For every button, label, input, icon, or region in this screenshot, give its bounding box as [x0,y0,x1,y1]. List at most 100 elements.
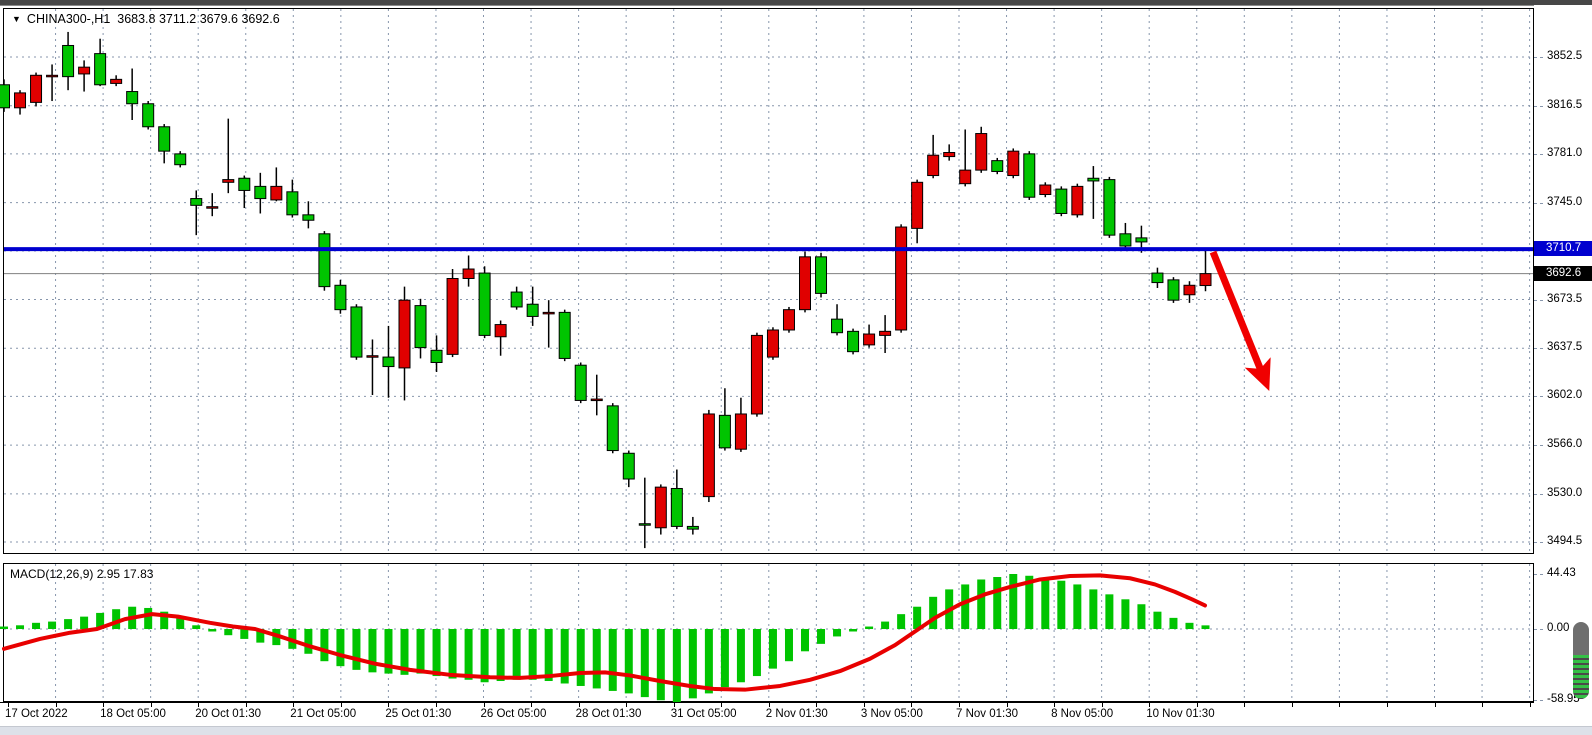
candle-body [367,356,378,358]
time-axis-label: 21 Oct 05:00 [290,708,356,720]
symbol-title: ▼CHINA300-,H1 3683.8 3711.2 3679.6 3692.… [12,12,280,26]
time-tick [1482,703,1483,707]
candle-body [1008,151,1019,175]
price-tick-dash [1534,445,1543,446]
time-axis: 17 Oct 202218 Oct 05:0020 Oct 01:3021 Oc… [0,702,1534,727]
candle-body [783,310,794,330]
candle-body [751,335,762,414]
candle-body [351,307,362,357]
candle-body [1184,285,1195,294]
macd-histogram-bar [465,629,473,680]
price-axis-label: 3494.5 [1547,535,1582,547]
macd-histogram-bar [657,629,665,700]
time-tick [56,703,57,707]
symbol-dropdown-icon[interactable]: ▼ [12,14,21,24]
time-tick [531,703,532,707]
candle-body [912,182,923,228]
macd-histogram-bar [1153,612,1161,629]
price-tick-dash [1534,348,1543,349]
candle-body [175,154,186,165]
candle-body [287,192,298,215]
macd-histogram-bar [112,609,120,629]
current-price-badge: 3692.6 [1534,266,1592,281]
candle-body [447,279,458,355]
price-axis: 3852.53816.53781.03745.03673.53637.53602… [1534,5,1592,727]
candle-body [1152,273,1163,282]
macd-histogram-bar [929,597,937,629]
candle-body [800,257,811,310]
candle-body [191,199,202,206]
macd-histogram-bar [48,622,56,629]
down-trend-arrow[interactable] [1213,252,1264,378]
macd-tick-dash [1534,700,1543,701]
price-axis-label: 3637.5 [1547,341,1582,353]
candle-body [399,300,410,368]
candle-body [848,331,859,351]
time-axis-label: 17 Oct 2022 [5,708,68,720]
macd-chart [4,564,1533,701]
candle-body [1136,238,1147,242]
candle-body [63,45,74,76]
candle-body [687,526,698,529]
macd-histogram-bar [529,629,537,680]
macd-histogram-bar [417,629,425,674]
time-tick [626,703,627,707]
macd-histogram-bar [977,579,985,629]
candlestick-chart[interactable] [4,9,1533,553]
price-axis-label: 3566.0 [1547,438,1582,450]
time-tick [1387,703,1388,707]
time-tick [1292,703,1293,707]
candle-body [511,292,522,307]
price-tick-dash [1534,300,1543,301]
macd-histogram-bar [1185,623,1193,629]
candle-body [335,285,346,309]
macd-histogram-bar [833,629,841,636]
time-tick [8,703,9,707]
candle-body [415,306,426,348]
symbol-name: CHINA300-,H1 [27,12,110,26]
candle-body [143,104,154,127]
macd-histogram-bar [625,629,633,693]
price-axis-label: 3530.0 [1547,487,1582,499]
macd-histogram-bar [1169,618,1177,629]
macd-histogram-bar [352,629,360,670]
macd-histogram-bar [1073,584,1081,629]
macd-histogram-bar [769,629,777,669]
time-axis-label: 18 Oct 05:00 [100,708,166,720]
macd-histogram-bar [753,629,761,676]
time-tick [769,703,770,707]
macd-histogram-bar [1121,599,1129,629]
price-chart-panel[interactable]: ▼CHINA300-,H1 3683.8 3711.2 3679.6 3692.… [3,8,1534,554]
macd-histogram-bar [881,622,889,629]
candle-body [1040,185,1051,194]
macd-histogram-bar [545,629,553,681]
candle-body [47,75,58,77]
macd-tick-dash [1534,574,1543,575]
candle-body [79,67,90,74]
macd-histogram-bar [368,629,376,672]
time-tick [911,703,912,707]
price-tick-dash [1534,203,1543,204]
macd-histogram-bar [737,629,745,682]
candle-body [15,93,26,108]
time-tick [198,703,199,707]
macd-axis-label: 44.43 [1547,567,1576,579]
candle-body [431,350,442,362]
candle-body [559,312,570,358]
macd-histogram-bar [721,629,729,687]
macd-histogram-bar [513,629,521,680]
candle-body [271,186,282,200]
scrollbar-thumb[interactable] [1573,622,1589,699]
macd-histogram-bar [32,623,40,629]
candle-body [1120,234,1131,246]
macd-histogram-bar [1009,574,1017,629]
candle-body [928,155,939,175]
trading-chart-window: ▼CHINA300-,H1 3683.8 3711.2 3679.6 3692.… [0,0,1592,735]
macd-axis-label: 0.00 [1547,622,1569,634]
price-tick-dash [1534,542,1543,543]
horizontal-line-price-badge: 3710.7 [1534,241,1592,256]
macd-histogram-bar [1137,604,1145,629]
macd-histogram-bar [224,629,232,635]
macd-indicator-panel[interactable]: MACD(12,26,9) 2.95 17.83 [3,563,1534,702]
candle-body [319,234,330,287]
